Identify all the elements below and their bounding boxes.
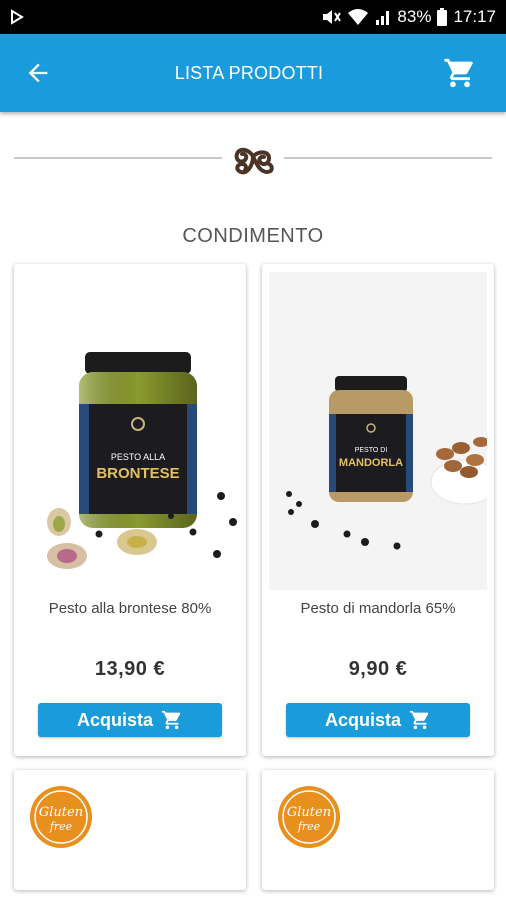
svg-text:Gluten: Gluten [39,805,83,820]
svg-text:free: free [297,820,321,833]
cart-button[interactable] [432,45,488,101]
jar-label-line2: MANDORLA [339,457,403,469]
battery-icon [437,8,448,26]
battery-percent: 83% [397,7,432,26]
product-card[interactable]: Gluten free [14,770,246,890]
gluten-free-badge-icon: Gluten free [30,786,92,848]
cart-icon [409,710,429,730]
triskele-logo-icon [218,123,288,193]
play-icon [11,9,24,25]
buy-button-label: Acquista [76,709,154,730]
app-bar: LISTA PRODOTTI [0,34,506,112]
svg-text:Gluten: Gluten [287,805,331,820]
page-title: LISTA PRODOTTI [174,62,324,83]
buy-button-label: Acquista [324,709,402,730]
jar-label-line1: PESTO ALLA [111,452,165,462]
jar-label-line1: PESTO DI [355,447,388,454]
clock: 17:17 [453,7,496,26]
jar-label-line2: BRONTESE [96,465,179,482]
product-card[interactable]: Gluten free [262,770,494,890]
product-card[interactable]: PESTO DI MANDORLA Pesto di mandorla 65% … [262,264,494,756]
svg-text:free: free [49,820,73,833]
product-name: Pesto di mandorla 65% [300,600,456,617]
cart-icon [161,710,181,730]
product-image: PESTO DI MANDORLA [269,272,487,590]
ornament-divider [0,112,506,204]
buy-button[interactable]: Acquista [38,703,222,737]
wifi-icon [348,9,369,25]
category-title: CONDIMENTO [182,225,324,247]
mute-icon [323,10,342,24]
product-price: 9,90 € [348,658,408,680]
product-card[interactable]: PESTO ALLA BRONTESE Pesto alla brontese … [14,264,246,756]
arrow-back-icon [28,63,48,83]
gluten-free-badge-icon: Gluten free [278,786,340,848]
signal-icon [376,11,390,25]
divider-line-left [14,157,222,159]
status-bar: 83% 17:17 [0,0,506,34]
product-grid: PESTO ALLA BRONTESE Pesto alla brontese … [0,264,506,890]
cart-icon [444,58,473,88]
product-name: Pesto alla brontese 80% [48,600,212,617]
product-price: 13,90 € [94,658,166,680]
divider-line-right [284,157,492,159]
product-image: PESTO ALLA BRONTESE [21,272,239,590]
buy-button[interactable]: Acquista [286,703,470,737]
back-button[interactable] [10,45,66,101]
